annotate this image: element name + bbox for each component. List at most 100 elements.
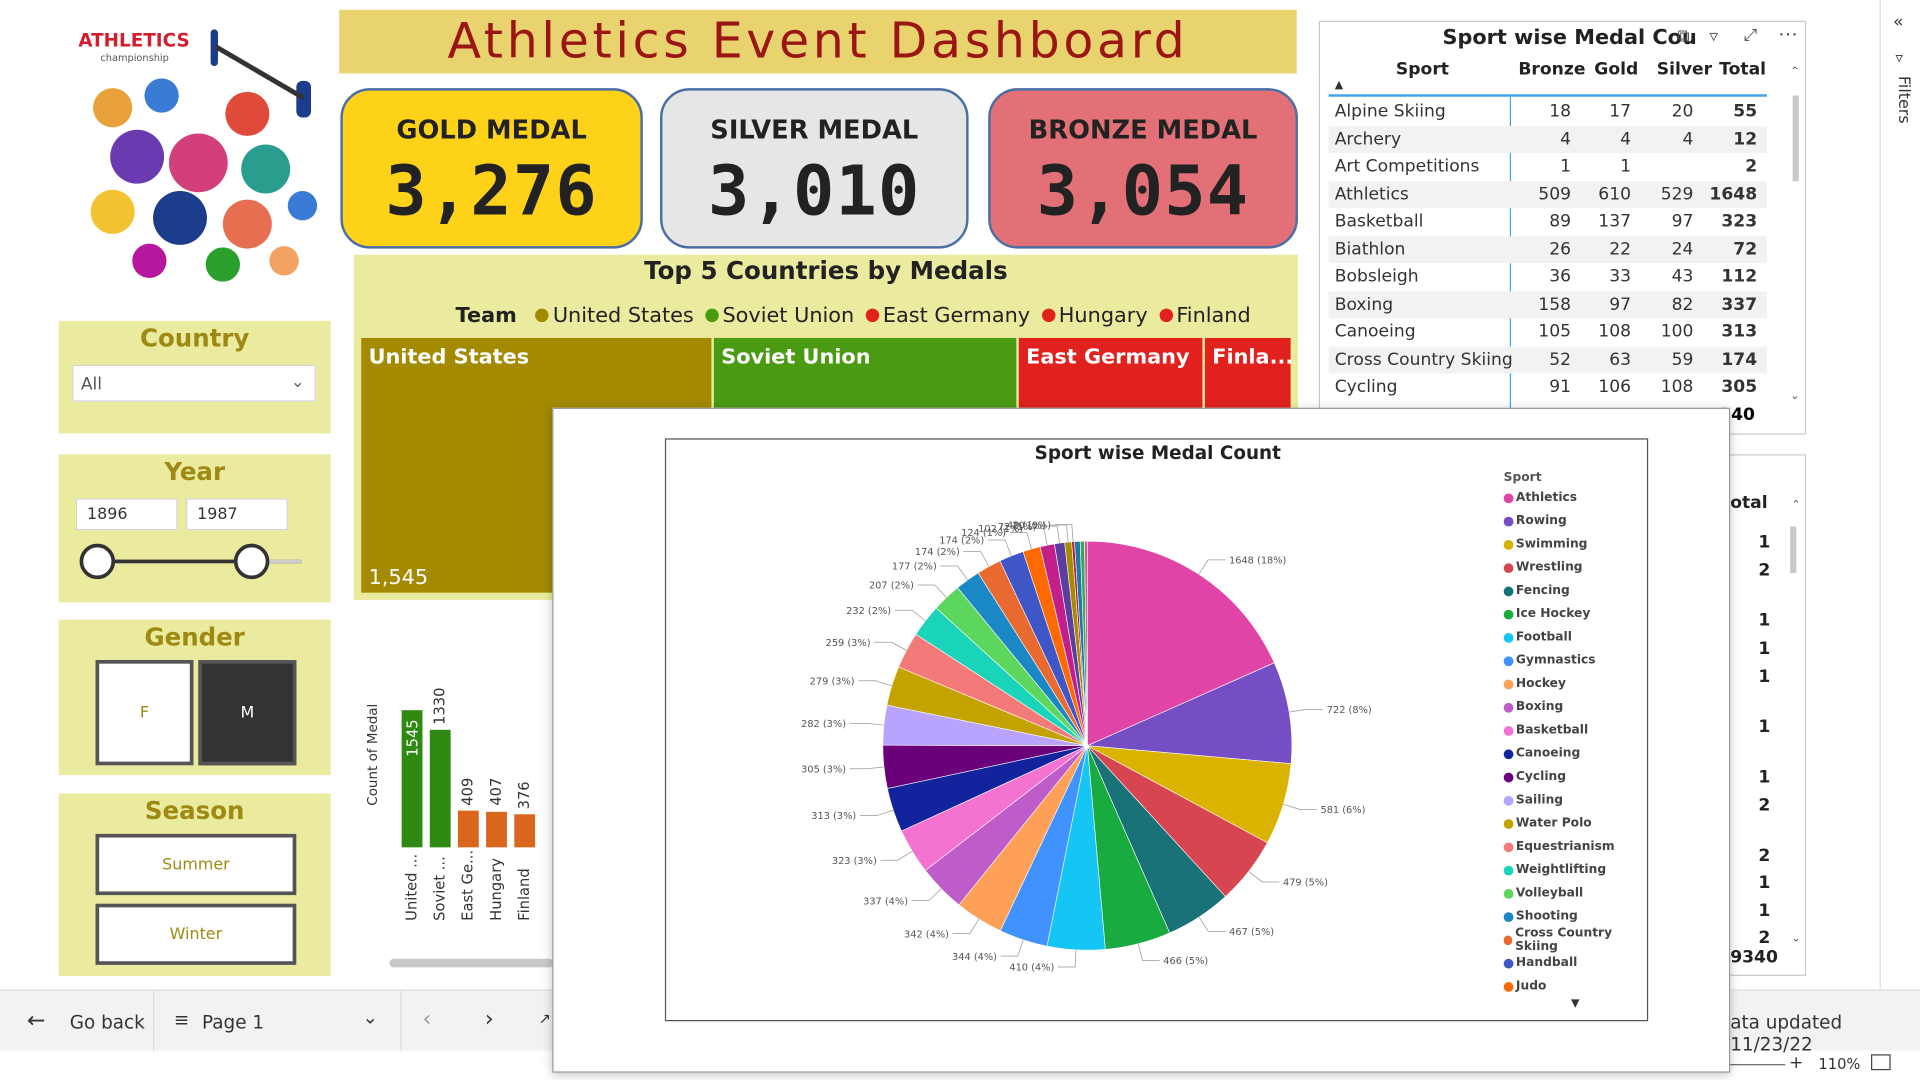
gender-option-f[interactable]: F (95, 660, 194, 766)
year-to-input[interactable]: 1987 (186, 498, 288, 531)
legend-item[interactable]: East Germany (883, 304, 1030, 328)
year-slider-min-handle[interactable] (79, 543, 116, 580)
pie-legend-item[interactable]: Gymnastics (1503, 649, 1647, 672)
pie-legend-item[interactable]: Football (1503, 626, 1647, 649)
table-row[interactable]: Archery 4 4 4 12 (1328, 125, 1767, 153)
column-header-total[interactable]: Total (1719, 60, 1766, 80)
table-row[interactable]: Boxing 158 97 82 337 (1328, 290, 1767, 318)
pie-legend-item[interactable]: Weightlifting (1503, 858, 1647, 881)
column-header-sport[interactable]: Sport (1396, 60, 1449, 80)
table-row[interactable]: Basketball 89 137 97 323 (1329, 208, 1767, 235)
pie-legend-item[interactable]: Canoeing (1503, 742, 1647, 765)
previous-page-icon[interactable]: ‹ (422, 1007, 431, 1033)
table-row[interactable]: Cycling 91 106 108 305 (1329, 373, 1767, 400)
zoom-slider[interactable] (1726, 1064, 1786, 1066)
pie-legend-item[interactable]: Hockey (1503, 672, 1647, 695)
back-arrow-icon[interactable]: ← (27, 1008, 45, 1034)
pie-legend-item[interactable]: Sailing (1503, 789, 1647, 812)
table-row[interactable]: Cross Country Skiing 52 63 59 174 (1328, 345, 1767, 373)
pie-legend-label: Weightlifting (1515, 863, 1607, 877)
cell-total: 313 (1721, 322, 1758, 342)
pie-legend-label: Canoeing (1515, 746, 1581, 761)
scroll-down-icon[interactable]: ⌄ (1791, 933, 1800, 945)
secondary-value: 1 (1758, 532, 1771, 553)
season-option-winter[interactable]: Winter (95, 903, 297, 965)
bar[interactable] (486, 811, 507, 848)
copy-icon[interactable]: ⧉ (1678, 27, 1690, 47)
table-row[interactable]: Alpine Skiing 18 17 20 55 (1329, 98, 1767, 125)
pie-legend-item[interactable]: Swimming (1503, 533, 1647, 556)
secondary-scrollbar[interactable] (1790, 526, 1797, 574)
fit-to-page-icon[interactable] (1871, 1054, 1891, 1071)
season-option-summer[interactable]: Summer (95, 833, 297, 896)
country-dropdown[interactable]: All ⌄ (72, 364, 316, 402)
bar-chart-scrollbar[interactable] (389, 958, 554, 968)
legend-item[interactable]: Soviet Union (722, 304, 854, 328)
silver-medal-card[interactable]: SILVER MEDAL 3,010 (660, 88, 969, 249)
bar[interactable] (429, 729, 451, 848)
cell-silver: 24 (1671, 239, 1694, 259)
column-header-silver[interactable]: Silver (1657, 60, 1712, 80)
table-row[interactable]: Athletics 509 610 529 1648 (1328, 180, 1767, 208)
pie-legend-item[interactable]: Wrestling (1503, 556, 1647, 579)
pie-legend-item[interactable]: Equestrianism (1503, 835, 1647, 858)
legend-item[interactable]: Finland (1176, 304, 1250, 328)
table-row[interactable]: Biathlon 26 22 24 72 (1328, 235, 1767, 263)
pie-legend-item[interactable]: Shooting (1503, 905, 1647, 928)
pie-legend-item[interactable]: Rowing (1503, 509, 1647, 532)
pie-legend-item[interactable]: Water Polo (1503, 812, 1647, 835)
pie-data-label: 232 (2%) (846, 606, 891, 617)
pie-legend-item[interactable]: Fencing (1503, 579, 1647, 602)
chevron-down-icon[interactable]: ⌄ (362, 1007, 377, 1029)
collapse-pane-icon[interactable]: « (1893, 12, 1904, 32)
focus-mode-icon[interactable]: ⤢ (1744, 26, 1758, 46)
pie-legend-label: Rowing (1515, 514, 1567, 528)
scroll-down-icon[interactable]: ⌄ (1790, 391, 1799, 403)
cell-bronze: 91 (1549, 377, 1572, 397)
table-row[interactable]: Art Competitions 1 1 2 (1329, 153, 1767, 180)
column-header-bronze[interactable]: Bronze (1518, 60, 1585, 80)
table-row[interactable]: Bobsleigh 36 33 43 112 (1329, 263, 1767, 290)
filters-pane[interactable]: « ▿ Filters (1879, 0, 1920, 990)
legend-more-icon[interactable]: ▼ (1571, 998, 1647, 1010)
pie-legend-item[interactable]: Athletics (1503, 486, 1647, 509)
pie-legend-item[interactable]: Cycling (1503, 765, 1647, 788)
gold-medal-card[interactable]: GOLD MEDAL 3,276 (340, 88, 643, 249)
year-from-input[interactable]: 1896 (75, 498, 178, 531)
more-options-icon[interactable]: ⋯ (1778, 22, 1798, 45)
gender-option-m[interactable]: M (198, 660, 297, 766)
legend-title: Team (455, 303, 517, 329)
pie-leader-line (1198, 559, 1226, 575)
bar[interactable] (457, 811, 479, 848)
bar-value-label: 409 (459, 778, 477, 807)
filter-icon[interactable]: ▿ (1709, 27, 1718, 47)
scroll-up-icon[interactable]: ⌃ (1790, 66, 1799, 78)
pie-legend-item[interactable]: Cross Country Skiing (1503, 926, 1647, 953)
page-selector[interactable]: Page 1 (202, 1011, 264, 1033)
expand-icon[interactable]: ↗ (539, 1010, 551, 1027)
year-slider-max-handle[interactable] (233, 543, 270, 580)
tile-value: 1,545 (368, 565, 429, 591)
table-row[interactable]: Canoeing 105 108 100 313 (1329, 318, 1767, 345)
table-scrollbar[interactable] (1792, 95, 1799, 182)
pie-legend-item[interactable]: Handball (1503, 951, 1647, 974)
next-page-icon[interactable]: › (485, 1007, 494, 1033)
pie-legend-item[interactable]: Basketball (1503, 719, 1647, 742)
pie-legend-label: Handball (1515, 956, 1578, 970)
column-header-gold[interactable]: Gold (1594, 60, 1638, 80)
bar[interactable] (514, 813, 536, 848)
go-back-button[interactable]: Go back (70, 1011, 145, 1033)
zoom-in-icon[interactable]: + (1789, 1053, 1803, 1073)
pie-legend-item[interactable]: Boxing (1503, 696, 1647, 719)
pie-legend-item[interactable]: Volleyball (1503, 882, 1647, 905)
legend-item[interactable]: Hungary (1059, 304, 1148, 328)
cell-bronze: 36 (1549, 266, 1572, 287)
sport-medal-table: Sport wise Medal Cou ⧉ ▿ ⤢ ⋯ Sport Bronz… (1318, 20, 1807, 436)
scroll-up-icon[interactable]: ⌃ (1791, 500, 1800, 512)
pie-legend-item[interactable]: Ice Hockey (1503, 602, 1647, 625)
legend-item[interactable]: United States (553, 304, 694, 328)
pie-legend-label: Fencing (1515, 584, 1570, 598)
pie-legend-item[interactable]: Judo (1503, 975, 1647, 998)
bronze-medal-card[interactable]: BRONZE MEDAL 3,054 (988, 88, 1298, 249)
cell-bronze: 89 (1549, 211, 1572, 232)
